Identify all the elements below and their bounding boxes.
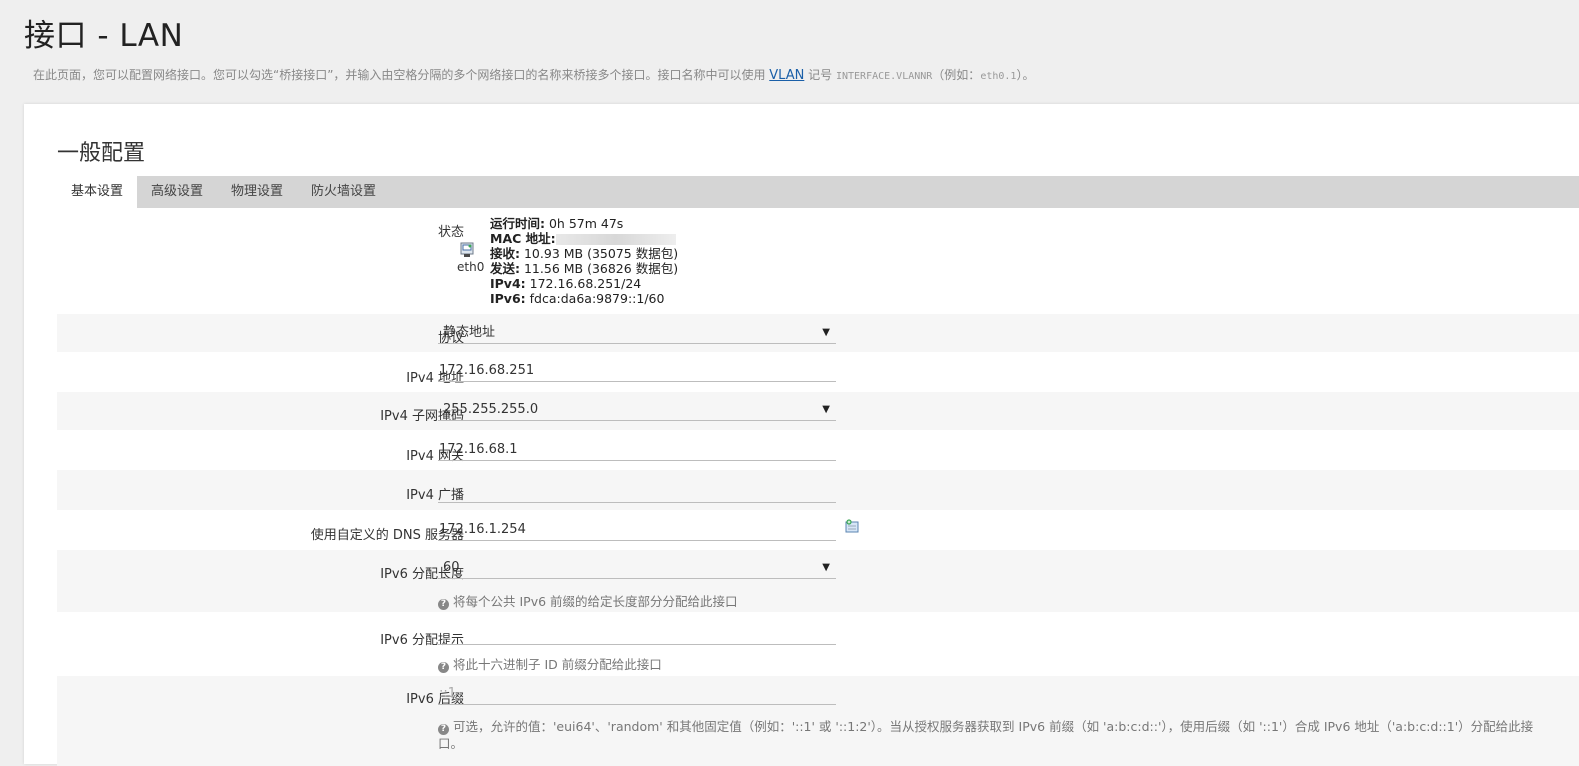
- ipv6-suffix-hint: ? 可选，允许的值：'eui64'、'random' 和其他固定值（例如：'::1…: [438, 719, 1534, 751]
- ipv6-assign-hint-row: IPv6 分配提示 ? 将此十六进制子 ID 前缀分配给此接口: [57, 612, 1579, 676]
- desc-text: 在此页面，您可以配置网络接口。您可以勾选“桥接接口”，并输入由空格分隔的多个网络…: [33, 68, 770, 82]
- help-circle-icon: ?: [438, 599, 449, 610]
- tab-basic-settings[interactable]: 基本设置: [57, 176, 138, 208]
- status-row: 状态 eth0 运行时间: 0h 57m 47s MAC 地址: 接收: 10.…: [57, 208, 1579, 314]
- ipv6-assign-hint-input[interactable]: [438, 624, 836, 645]
- status-details: 运行时间: 0h 57m 47s MAC 地址: 接收: 10.93 MB (3…: [490, 216, 678, 306]
- desc-code-example: eth0.1: [980, 71, 1017, 82]
- protocol-select[interactable]: 静态地址 ▼: [438, 323, 836, 344]
- caret-down-icon: ▼: [822, 562, 830, 573]
- status-mac: MAC 地址:: [490, 231, 678, 246]
- ipv4-broadcast-row: IPv4 广播: [57, 470, 1579, 510]
- page-title: 接口 - LAN: [24, 18, 184, 54]
- tab-bar: 基本设置 高级设置 物理设置 防火墙设置: [57, 176, 1579, 208]
- desc-text-paren: （例如：: [932, 68, 981, 82]
- ipv6-assign-length-row: IPv6 分配长度 60 ▼ ? 将每个公共 IPv6 前缀的给定长度部分分配给此…: [57, 550, 1579, 612]
- protocol-row: 协议 静态地址 ▼: [57, 314, 1579, 352]
- mac-redacted: [555, 234, 676, 245]
- status-label: 状态: [437, 225, 464, 240]
- page-description: 在此页面，您可以配置网络接口。您可以勾选“桥接接口”，并输入由空格分隔的多个网络…: [33, 66, 1034, 83]
- desc-code: INTERFACE.VLANNR: [835, 71, 933, 82]
- tab-advanced-settings[interactable]: 高级设置: [137, 176, 217, 208]
- ipv4-gateway-row: IPv4 网关 172.16.68.1: [57, 430, 1579, 470]
- ipv4-address-input[interactable]: 172.16.68.251: [438, 361, 836, 382]
- tab-physical-settings[interactable]: 物理设置: [217, 176, 297, 208]
- caret-down-icon: ▼: [822, 404, 830, 415]
- dns-input[interactable]: 172.16.1.254: [438, 520, 836, 541]
- help-circle-icon: ?: [438, 662, 449, 673]
- desc-text-mid: 记号: [804, 68, 836, 82]
- ipv6-assign-length-select[interactable]: 60 ▼: [438, 558, 836, 579]
- status-tx: 发送: 11.56 MB (36826 数据包): [490, 261, 679, 276]
- help-circle-icon: ?: [438, 724, 449, 735]
- dns-row: 使用自定义的 DNS 服务器 172.16.1.254: [57, 510, 1579, 550]
- ipv6-suffix-input[interactable]: ::1: [438, 684, 836, 705]
- vlan-link[interactable]: VLAN: [769, 68, 804, 83]
- status-iface-name: eth0: [457, 260, 485, 274]
- status-rx: 接收: 10.93 MB (35075 数据包): [490, 246, 679, 261]
- ipv4-broadcast-input[interactable]: [438, 482, 836, 503]
- ipv6-assign-hint-hint: ? 将此十六进制子 ID 前缀分配给此接口: [438, 654, 662, 673]
- section-title: 一般配置: [57, 141, 146, 166]
- status-uptime: 运行时间: 0h 57m 47s: [490, 216, 624, 231]
- desc-text-end: ）。: [1016, 68, 1035, 82]
- ipv4-address-row: IPv4 地址 172.16.68.251: [57, 352, 1579, 392]
- ipv6-assign-length-hint: ? 将每个公共 IPv6 前缀的给定长度部分分配给此接口: [438, 591, 738, 610]
- ipv4-netmask-select[interactable]: 255.255.255.0 ▼: [438, 400, 836, 421]
- ipv4-gateway-input[interactable]: 172.16.68.1: [438, 440, 836, 461]
- status-ipv4: IPv4: 172.16.68.251/24: [490, 276, 642, 291]
- status-ipv6: IPv6: fdca:da6a:9879::1/60: [490, 291, 665, 306]
- tab-firewall-settings[interactable]: 防火墙设置: [297, 176, 390, 208]
- caret-down-icon: ▼: [822, 327, 830, 338]
- ipv4-netmask-row: IPv4 子网掩码 255.255.255.0 ▼: [57, 392, 1579, 430]
- add-dns-icon[interactable]: [845, 518, 860, 533]
